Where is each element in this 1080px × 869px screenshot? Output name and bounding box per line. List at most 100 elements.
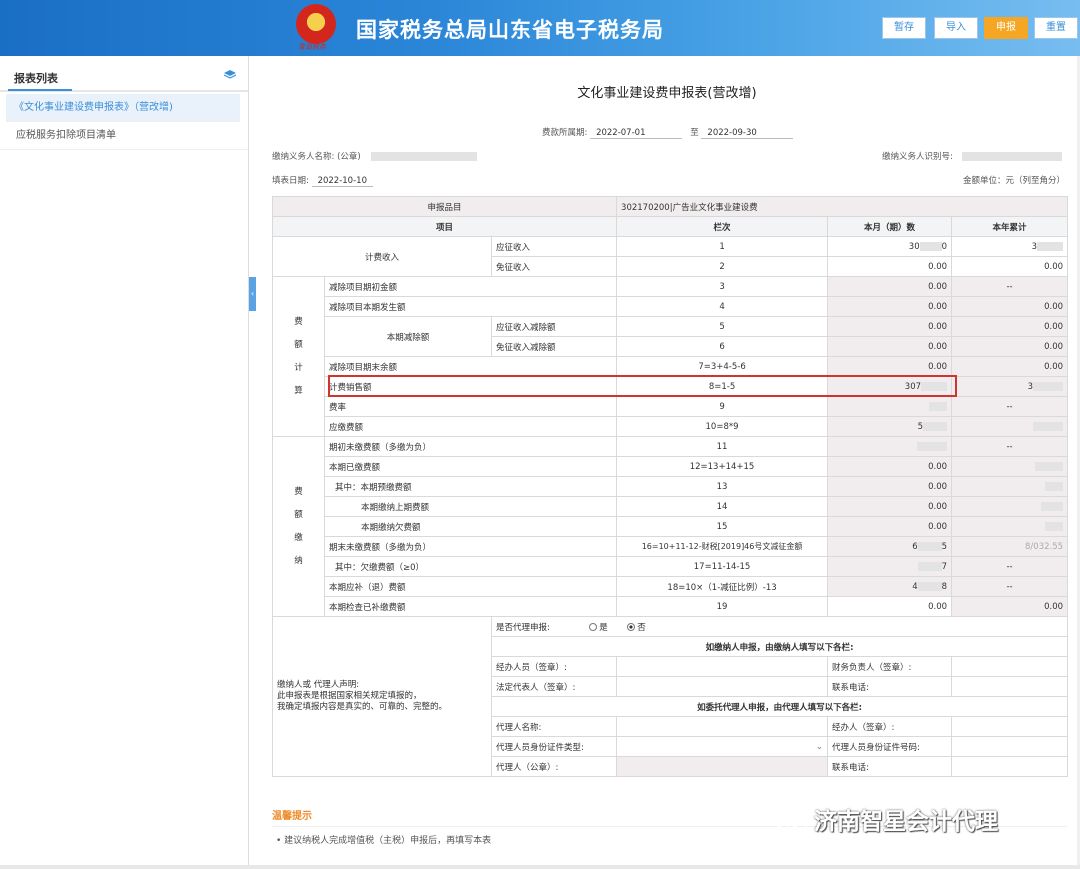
site-title: 国家税务总局山东省电子税务局 <box>356 18 664 42</box>
agent-name-input[interactable] <box>616 716 829 737</box>
row-label: 费率 <box>323 396 618 417</box>
handler-input[interactable] <box>616 656 829 677</box>
wechat-watermark: 济南智星会计代理 <box>774 802 998 836</box>
legal-label: 法定代表人（签章）: <box>490 676 618 697</box>
line-number: 17=11-14-15 <box>616 556 829 577</box>
row-label: 其中：本期预缴费额 <box>323 476 618 497</box>
table-row: 费率 9 -- <box>273 396 1069 417</box>
paid-year <box>951 456 1069 477</box>
arrears-paid-year <box>951 516 1069 537</box>
row-label: 本期已缴费额 <box>323 456 618 477</box>
line-number: 14 <box>616 496 829 517</box>
inspect-paid-month[interactable]: 0.00 <box>827 596 953 617</box>
arrears-paid-month: 0.00 <box>827 516 953 537</box>
agent-handler-input[interactable] <box>951 716 1069 737</box>
agent-note: 如委托代理人申报，由代理人填写以下各栏: <box>490 696 1069 717</box>
import-button[interactable]: 导入 <box>934 17 978 39</box>
table-row: 应缴费额 10=8*9 5 <box>273 416 1069 437</box>
line-number: 4 <box>616 296 829 317</box>
row-label: 计费销售额 <box>323 376 618 397</box>
prev-paid-year <box>951 496 1069 517</box>
row-label: 本期缴纳欠费额 <box>323 516 618 537</box>
legal-input[interactable] <box>616 676 829 697</box>
payable-year <box>951 416 1069 437</box>
agent-no-radio[interactable]: 否 <box>627 622 646 633</box>
emblem-caption: 青岛税务 <box>298 43 326 51</box>
line-number: 8=1-5 <box>616 376 829 397</box>
period-end-input[interactable]: 2022-09-30 <box>701 128 794 139</box>
open-unpaid-year: -- <box>951 436 1069 457</box>
table-row: 缴纳人或 代理人声明: 此申报表是根据国家相关规定填报的， 我确定填报内容是真实… <box>272 616 1069 777</box>
exempt-revenue-month[interactable]: 0.00 <box>827 256 953 277</box>
line-number: 18=10×（1-减征比例）-13 <box>616 576 829 597</box>
bottom-edge <box>0 865 1080 869</box>
line-number: 1 <box>616 236 829 257</box>
paid-month: 0.00 <box>827 456 953 477</box>
agent-question-label: 是否代理申报: <box>496 622 550 633</box>
finance-label: 财务负责人（签章）: <box>827 656 953 677</box>
row-label: 应征收入减除额 <box>490 316 618 337</box>
col-year-header: 本年累计 <box>951 216 1069 237</box>
ded-current-month: 0.00 <box>827 296 953 317</box>
rate-month <box>827 396 953 417</box>
ded-taxable-month: 0.00 <box>827 316 953 337</box>
agent-id-no-input[interactable] <box>951 736 1069 757</box>
wechat-icon <box>775 812 807 833</box>
national-emblem-icon <box>296 4 336 44</box>
taxable-revenue-month[interactable]: 30 0 <box>827 236 953 257</box>
payer-name: 缴纳义务人名称: (公章) <box>272 150 478 162</box>
agent-phone-input[interactable] <box>951 756 1069 777</box>
table-row: 本期应补（退）费额 18=10×（1-减征比例）-13 48 -- <box>273 576 1069 597</box>
table-row: 申报品目 302170200|广告业文化事业建设费 <box>271 196 1069 217</box>
ded-this-label: 本期减除额 <box>324 316 492 357</box>
agent-handler-label: 经办人（签章）: <box>827 716 953 737</box>
layers-icon[interactable] <box>224 70 236 80</box>
form-title: 文化事业建设费申报表(营改增) <box>577 86 757 101</box>
agent-phone-label: 联系电话: <box>827 756 953 777</box>
exempt-revenue-year[interactable]: 0.00 <box>951 256 1069 277</box>
item-value[interactable]: 302170200|广告业文化事业建设费 <box>616 196 1069 217</box>
agent-yes-radio[interactable]: 是 <box>589 622 608 633</box>
fee-calc-group-label: 费额计算 <box>272 276 325 437</box>
agent-seal-label: 代理人（公章）: <box>490 756 618 777</box>
due-year: -- <box>951 576 1069 597</box>
row-label: 免征收入减除额 <box>490 336 618 357</box>
table-row: 本期缴纳欠费额 15 0.00 <box>273 516 1069 537</box>
save-draft-button[interactable]: 暂存 <box>882 17 926 39</box>
agent-id-type-select[interactable]: ⌄ <box>616 736 829 757</box>
finance-input[interactable] <box>951 656 1069 677</box>
taxable-revenue-year[interactable]: 3 <box>951 236 1069 257</box>
submit-button[interactable]: 申报 <box>984 17 1028 39</box>
col-item-header: 项目 <box>271 216 618 237</box>
payer-id-redacted <box>961 152 1062 161</box>
end-unpaid-year: 8/032.55 <box>951 536 1069 557</box>
fee-period: 费款所属期: 2022-07-01 至 2022-09-30 <box>542 126 794 139</box>
table-row: 本期已缴费额 12=13+14+15 0.00 <box>273 456 1069 477</box>
handler-label: 经办人员（签章）: <box>490 656 618 677</box>
payer-name-redacted <box>371 152 478 161</box>
fill-date-input[interactable]: 2022-10-10 <box>311 176 373 187</box>
table-row: 计费销售额 8=1-5 307 3 <box>273 376 1069 397</box>
due-month: 48 <box>827 576 953 597</box>
sidebar-item-deduction-list[interactable]: 应税服务扣除项目清单 <box>0 122 248 150</box>
declaration-statement: 缴纳人或 代理人声明: 此申报表是根据国家相关规定填报的， 我确定填报内容是真实… <box>272 616 492 777</box>
row-label: 减除项目期初金额 <box>323 276 618 297</box>
period-start-input[interactable]: 2022-07-01 <box>590 128 683 139</box>
table-row: 减除项目本期发生额 4 0.00 0.00 <box>273 296 1069 317</box>
sidebar-item-culture-fee-form[interactable]: 《文化事业建设费申报表》（营改增) <box>6 94 240 122</box>
phone-input[interactable] <box>951 676 1069 697</box>
row-label: 本期缴纳上期费额 <box>323 496 618 517</box>
row-label: 减除项目期末余额 <box>323 356 618 377</box>
tips-title: 温馨提示 <box>272 811 312 822</box>
table-row: 期末未缴费额（多缴为负） 16=10+11-12-财税[2019]46号文减征金… <box>273 536 1069 557</box>
period-to-label: 至 <box>690 128 699 138</box>
sales-month: 307 <box>827 376 953 397</box>
line-number: 19 <box>616 596 829 617</box>
reset-button[interactable]: 重置 <box>1034 17 1078 39</box>
payer-id: 缴纳义务人识别号: <box>882 150 1062 162</box>
table-row: 其中：本期预缴费额 13 0.00 <box>273 476 1069 497</box>
sidebar-collapse-handle[interactable]: ‹ <box>249 277 256 311</box>
line-number: 13 <box>616 476 829 497</box>
chevron-down-icon: ⌄ <box>815 741 824 752</box>
row-label: 应征收入 <box>490 236 618 257</box>
